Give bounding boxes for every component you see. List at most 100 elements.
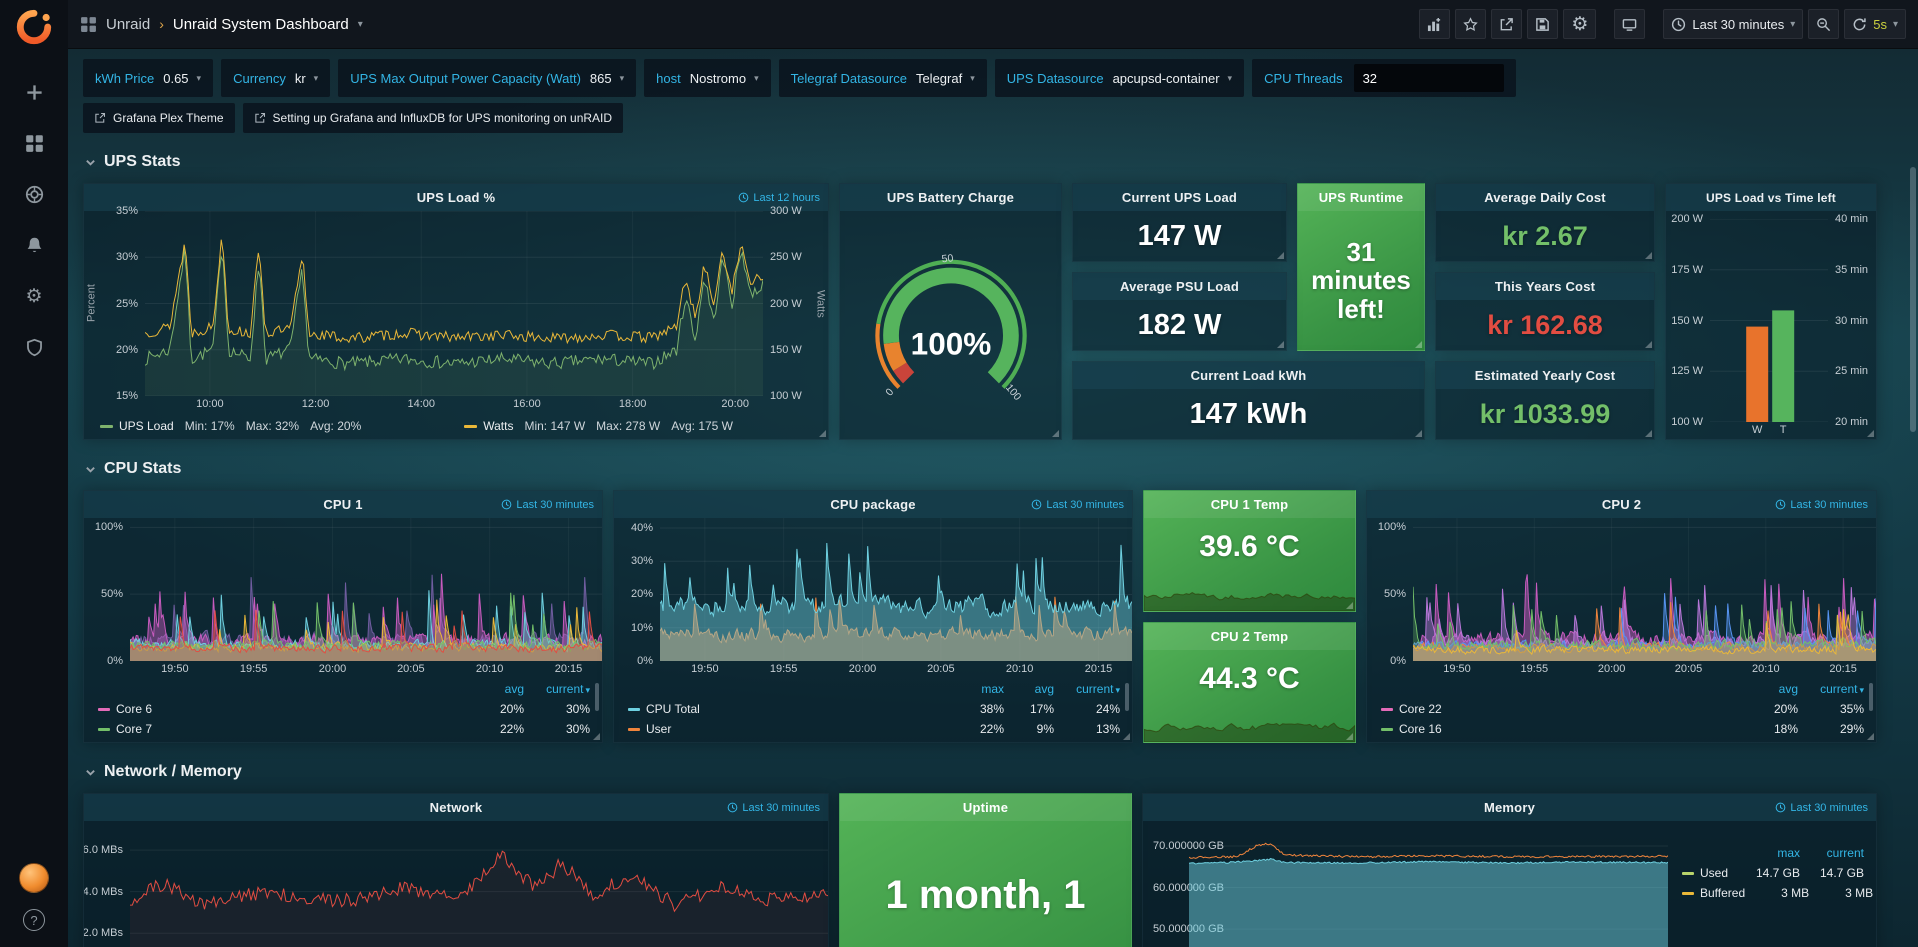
star-button[interactable] <box>1455 9 1486 39</box>
stat-value: kr 1033.99 <box>1436 389 1654 439</box>
panel-header[interactable]: Average PSU Load <box>1073 273 1286 300</box>
svg-text:0: 0 <box>883 386 896 398</box>
dashboards-icon[interactable] <box>22 131 46 155</box>
legend-col-header[interactable]: current <box>524 682 590 696</box>
axis-tick: 20 min <box>1835 416 1868 428</box>
axis-tick: 0% <box>107 655 123 667</box>
panel-title: Average PSU Load <box>1120 279 1239 294</box>
legend-col-header[interactable]: current <box>1054 682 1120 696</box>
panel-header[interactable]: Estimated Yearly Cost <box>1436 362 1654 389</box>
refresh-interval-label: 5s <box>1873 17 1887 32</box>
link-grafana-plex-theme[interactable]: Grafana Plex Theme <box>83 103 235 133</box>
chart-plot[interactable] <box>130 518 602 661</box>
axis-tick: 20:00 <box>849 663 877 675</box>
panel-header[interactable]: CPU 2 Temp <box>1144 623 1355 650</box>
dashboard-grid-icon[interactable] <box>80 16 97 33</box>
legend-item-watts[interactable]: Watts Min: 147 W Max: 278 W Avg: 175 W <box>464 419 733 433</box>
chart-plot[interactable] <box>1189 821 1668 947</box>
row-header-ups-stats[interactable]: UPS Stats <box>85 153 1903 171</box>
y-axis-left: 40%30%20%10%0% <box>614 518 660 661</box>
panel-header[interactable]: Current Load kWh <box>1073 362 1424 389</box>
user-avatar[interactable] <box>19 863 49 893</box>
panel-header[interactable]: Average Daily Cost <box>1436 184 1654 211</box>
explore-compass-icon[interactable] <box>22 182 46 206</box>
legend-item-ups-load[interactable]: UPS Load Min: 17% Max: 32% Avg: 20% <box>100 419 361 433</box>
legend-row[interactable]: Buffered 3 MB 3 MB <box>1682 883 1864 903</box>
legend-col-header[interactable]: max <box>948 682 1004 696</box>
legend-col-header[interactable]: max <box>1736 846 1800 860</box>
create-plus-icon[interactable] <box>22 80 46 104</box>
legend-row[interactable]: User 22% 9% 13% <box>628 719 1120 739</box>
load-vs-time-chart: 200 W175 W150 W125 W100 W 40 min35 min30… <box>1666 211 1876 439</box>
panel-cpu-package: CPU package Last 30 minutes 40%30%20%10%… <box>613 490 1133 743</box>
chart-plot[interactable] <box>1710 219 1828 422</box>
legend-col-header[interactable]: current <box>1798 682 1864 696</box>
panel-header[interactable]: Memory Last 30 minutes <box>1143 794 1876 821</box>
legend-series-name: CPU Total <box>646 702 700 716</box>
legend-col-header[interactable]: avg <box>1004 682 1054 696</box>
legend-row[interactable]: Core 22 20% 35% <box>1381 699 1864 719</box>
panel-header[interactable]: CPU 2 Last 30 minutes <box>1367 491 1876 518</box>
panel-header[interactable]: This Years Cost <box>1436 273 1654 300</box>
panel-header[interactable]: UPS Battery Charge <box>840 184 1061 211</box>
legend-row[interactable]: Core 16 18% 29% <box>1381 719 1864 739</box>
legend-row[interactable]: Core 7 22% 30% <box>98 719 590 739</box>
legend-row[interactable]: Core 6 20% 30% <box>98 699 590 719</box>
time-override-badge: Last 30 minutes <box>501 491 594 518</box>
dashboard-content: kWh Price 0.65 ▾ Currency kr ▾ UPS Max O… <box>68 49 1918 947</box>
legend-col-header[interactable]: avg <box>1736 682 1798 696</box>
chart-plot[interactable] <box>660 518 1132 661</box>
chart-plot[interactable] <box>130 821 828 947</box>
panel-header[interactable]: UPS Load % Last 12 hours <box>84 184 828 211</box>
link-ups-monitoring-guide[interactable]: Setting up Grafana and InfluxDB for UPS … <box>243 103 624 133</box>
page-scrollbar[interactable] <box>1909 49 1917 947</box>
row-header-network-memory[interactable]: Network / Memory <box>85 763 1903 781</box>
link-label: Setting up Grafana and InfluxDB for UPS … <box>273 111 613 125</box>
cpu-threads-input[interactable]: 32 <box>1354 64 1504 92</box>
axis-tick: 20:05 <box>927 663 955 675</box>
variable-currency[interactable]: Currency kr ▾ <box>221 59 330 97</box>
share-button[interactable] <box>1491 9 1522 39</box>
chart-plot[interactable] <box>1413 518 1876 661</box>
chevron-down-icon: ▾ <box>1893 19 1898 30</box>
variable-host[interactable]: host Nostromo ▾ <box>644 59 770 97</box>
page-title[interactable]: Unraid System Dashboard <box>173 16 349 33</box>
panel-header[interactable]: Current UPS Load <box>1073 184 1286 211</box>
zoom-out-button[interactable] <box>1808 9 1839 39</box>
scrollbar-thumb[interactable] <box>1910 167 1916 432</box>
variable-ups-datasource[interactable]: UPS Datasource apcupsd-container ▾ <box>995 59 1244 97</box>
dashboard-settings-button[interactable]: ⚙ <box>1563 9 1596 39</box>
dashboard-links: Grafana Plex Theme Setting up Grafana an… <box>83 103 1903 133</box>
panel-current-ups-load: Current UPS Load 147 W <box>1072 183 1287 262</box>
help-icon[interactable]: ? <box>23 909 45 931</box>
add-panel-button[interactable] <box>1419 9 1450 39</box>
server-admin-shield-icon[interactable] <box>22 335 46 359</box>
chevron-down-icon[interactable]: ▾ <box>358 19 363 30</box>
cycle-view-button[interactable] <box>1614 9 1645 39</box>
variable-kwh-price[interactable]: kWh Price 0.65 ▾ <box>83 59 213 97</box>
panel-header[interactable]: UPS Runtime <box>1298 184 1424 211</box>
legend-row[interactable]: CPU Total 38% 17% 24% <box>628 699 1120 719</box>
stat-value: kr 2.67 <box>1436 211 1654 261</box>
grafana-logo[interactable] <box>15 8 53 46</box>
variable-ups-max-output[interactable]: UPS Max Output Power Capacity (Watt) 865… <box>338 59 636 97</box>
panel-header[interactable]: CPU 1 Last 30 minutes <box>84 491 602 518</box>
time-range-picker[interactable]: Last 30 minutes ▾ <box>1663 9 1803 39</box>
legend-row[interactable]: Used 14.7 GB 14.7 GB <box>1682 863 1864 883</box>
ups-stats-row: UPS Load % Last 12 hours Percent 35%30%2… <box>83 183 1903 440</box>
panel-header[interactable]: CPU 1 Temp <box>1144 491 1355 518</box>
chart-plot[interactable] <box>145 211 763 396</box>
panel-header[interactable]: CPU package Last 30 minutes <box>614 491 1132 518</box>
save-button[interactable] <box>1527 9 1558 39</box>
variable-telegraf-datasource[interactable]: Telegraf Datasource Telegraf ▾ <box>779 59 987 97</box>
panel-header[interactable]: UPS Load vs Time left <box>1666 184 1876 211</box>
panel-header[interactable]: Network Last 30 minutes <box>84 794 828 821</box>
refresh-button[interactable]: 5s ▾ <box>1844 9 1906 39</box>
legend-col-header[interactable]: avg <box>462 682 524 696</box>
configuration-gear-icon[interactable]: ⚙ <box>22 284 46 308</box>
alerting-bell-icon[interactable] <box>22 233 46 257</box>
panel-header[interactable]: Uptime <box>840 794 1131 821</box>
row-header-cpu-stats[interactable]: CPU Stats <box>85 460 1903 478</box>
breadcrumb-root[interactable]: Unraid <box>106 16 150 33</box>
legend-col-header[interactable]: current <box>1800 846 1864 860</box>
